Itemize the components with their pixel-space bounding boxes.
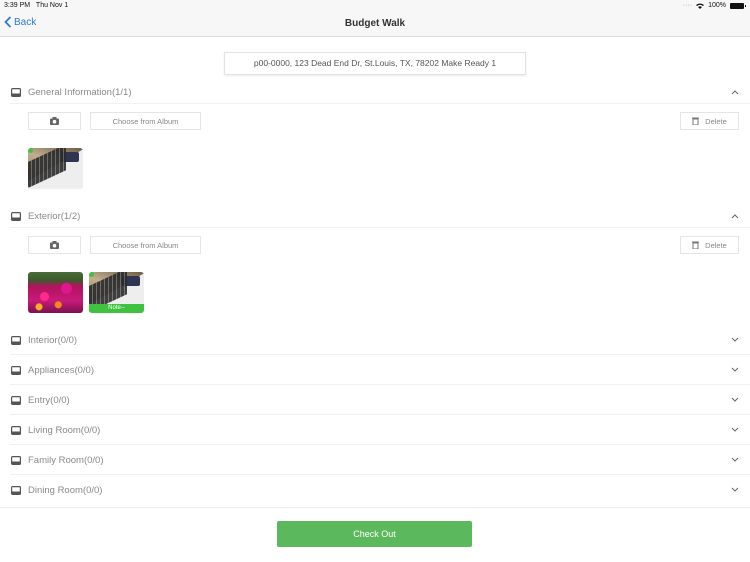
choose-from-album-button[interactable]: Choose from Album <box>90 112 201 130</box>
section-title: Dining Room(0/0) <box>28 484 103 496</box>
trash-icon <box>692 117 700 125</box>
chevron-down-icon[interactable] <box>731 337 739 343</box>
tray-icon <box>11 365 21 375</box>
photo-thumbnail[interactable] <box>28 148 83 189</box>
section-header-dining-room[interactable]: Dining Room(0/0) <box>0 480 750 500</box>
property-address-selector[interactable]: p00-0000, 123 Dead End Dr, St.Louis, TX,… <box>224 52 526 75</box>
tray-icon <box>11 211 21 221</box>
take-photo-button[interactable] <box>28 112 81 130</box>
chevron-down-icon[interactable] <box>731 367 739 373</box>
chevron-down-icon[interactable] <box>731 457 739 463</box>
section-header-general-information[interactable]: General Information(1/1) <box>0 82 750 102</box>
trash-icon <box>692 241 700 249</box>
section-header-living-room[interactable]: Living Room(0/0) <box>0 420 750 440</box>
battery-label: 100% <box>708 2 726 9</box>
photo-thumbnail[interactable]: Note-- <box>89 272 144 313</box>
page-title: Budget Walk <box>344 18 406 29</box>
section-header-family-room[interactable]: Family Room(0/0) <box>0 450 750 470</box>
chevron-up-icon[interactable] <box>731 213 739 219</box>
section-title: Entry(0/0) <box>28 394 70 406</box>
tray-icon <box>11 485 21 495</box>
divider <box>10 444 750 445</box>
camera-icon <box>50 241 59 249</box>
divider <box>10 103 750 104</box>
photo-note: Note-- <box>89 304 144 313</box>
wifi-icon <box>696 3 705 9</box>
tray-icon <box>11 395 21 405</box>
choose-from-album-button[interactable]: Choose from Album <box>90 236 201 254</box>
section-title: Appliances(0/0) <box>28 364 95 376</box>
divider <box>10 354 750 355</box>
chevron-up-icon[interactable] <box>731 89 739 95</box>
status-time: 3:39 PM Thu Nov 1 <box>4 2 69 9</box>
check-out-button[interactable]: Check Out <box>277 521 472 547</box>
section-title: Living Room(0/0) <box>28 424 101 436</box>
camera-icon <box>50 117 59 125</box>
divider <box>10 414 750 415</box>
delete-label: Delete <box>705 240 727 250</box>
section-title: Interior(0/0) <box>28 334 78 346</box>
tray-icon <box>11 335 21 345</box>
chevron-down-icon[interactable] <box>731 487 739 493</box>
tray-icon <box>11 87 21 97</box>
section-title: Exterior(1/2) <box>28 210 81 222</box>
tray-icon <box>11 455 21 465</box>
footer-divider <box>0 507 750 508</box>
photo-thumbnail[interactable] <box>28 272 83 313</box>
section-title: General Information(1/1) <box>28 86 132 98</box>
tray-icon <box>11 425 21 435</box>
delete-button[interactable]: Delete <box>680 112 739 130</box>
divider <box>10 474 750 475</box>
delete-button[interactable]: Delete <box>680 236 739 254</box>
status-indicators: ···· 100% <box>682 2 746 9</box>
battery-icon <box>730 2 746 9</box>
delete-label: Delete <box>705 116 727 126</box>
navigation-bar: Back Budget Walk <box>0 12 750 37</box>
divider <box>10 227 750 228</box>
selected-indicator <box>28 148 33 153</box>
selected-indicator <box>89 272 94 277</box>
divider <box>10 384 750 385</box>
chevron-down-icon[interactable] <box>731 397 739 403</box>
section-header-interior[interactable]: Interior(0/0) <box>0 330 750 350</box>
status-bar: 3:39 PM Thu Nov 1 ···· 100% <box>0 0 750 12</box>
signal-dots-icon: ···· <box>682 2 693 9</box>
section-header-appliances[interactable]: Appliances(0/0) <box>0 360 750 380</box>
section-header-entry[interactable]: Entry(0/0) <box>0 390 750 410</box>
chevron-down-icon[interactable] <box>731 427 739 433</box>
section-title: Family Room(0/0) <box>28 454 104 466</box>
take-photo-button[interactable] <box>28 236 81 254</box>
section-header-exterior[interactable]: Exterior(1/2) <box>0 206 750 226</box>
